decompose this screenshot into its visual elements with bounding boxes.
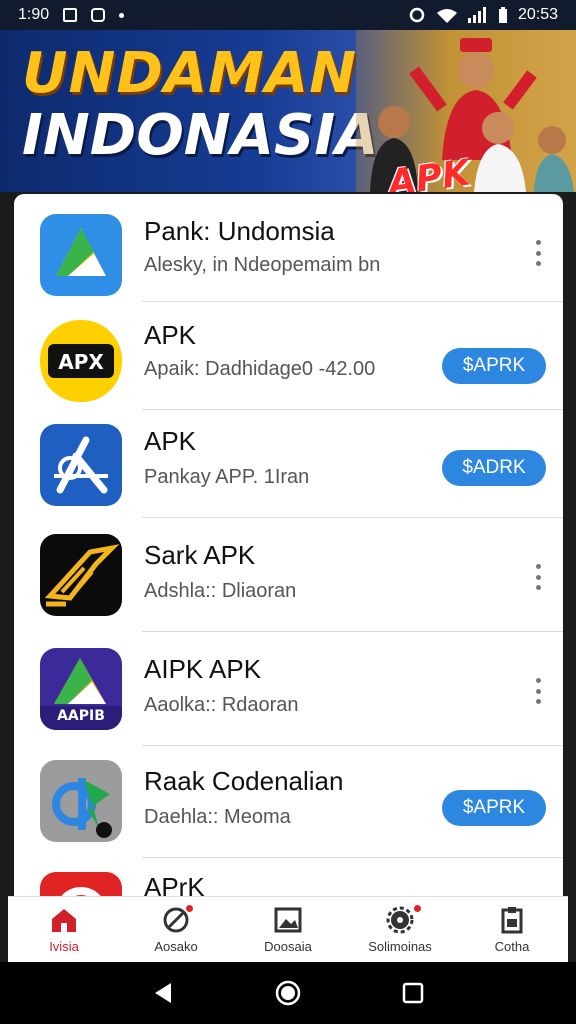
apx-badge-icon: APX (40, 320, 122, 402)
app-subtitle: Alesky, in Ndeopemaim bn (144, 254, 381, 276)
app-name: APK (144, 320, 197, 350)
list-item[interactable]: APK Pankay APP. 1Iran $ADRK (14, 410, 563, 518)
promo-banner[interactable]: UNDAMAN INDONASIA APK (0, 30, 576, 192)
gold-arrow-icon (40, 534, 122, 616)
notification-badge (186, 905, 193, 912)
system-nav-bar (0, 962, 576, 1024)
status-time-left: 1:90 (18, 6, 50, 23)
battery-icon (498, 7, 507, 23)
app-subtitle: Apaik: Dadhidage0 -42.00 (144, 358, 376, 380)
d-flag-icon (40, 760, 122, 842)
more-options-icon[interactable] (533, 564, 543, 590)
notification-icon (63, 8, 78, 22)
app-subtitle: Daehla:: Meoma (144, 806, 291, 828)
dot-icon (119, 12, 125, 18)
image-frame-icon (274, 907, 302, 933)
status-bar: 1:90 20:53 (0, 0, 576, 30)
app-subtitle: Adshla:: Dliaoran (144, 580, 297, 602)
app-name: Pank: Undomsia (144, 216, 335, 246)
bottom-tab-bar: Ivisia Aosako Doosaia Solimoinas Cotha (8, 896, 568, 962)
tab-cotha[interactable]: Cotha (456, 897, 568, 962)
home-button[interactable] (270, 975, 306, 1011)
app-subtitle: Pankay APP. 1Iran (144, 466, 310, 488)
banner-title: UNDAMAN INDONASIA (22, 46, 379, 164)
tab-label: Aosako (154, 939, 198, 954)
wifi-icon (436, 9, 457, 23)
app-name: Raak Codenalian (144, 766, 344, 796)
app-list: Pank: Undomsia Alesky, in Ndeopemaim bn … (14, 194, 563, 906)
signal-icon (467, 7, 486, 23)
price-button[interactable]: $APRK (442, 790, 546, 826)
svg-text:APX: APX (58, 350, 104, 374)
tab-aosako[interactable]: Aosako (120, 897, 232, 962)
home-circle-icon (275, 980, 301, 1006)
tab-home[interactable]: Ivisia (8, 897, 120, 962)
tab-label: Cotha (494, 939, 530, 954)
price-button[interactable]: $APRK (442, 348, 546, 384)
sync-icon (409, 7, 425, 23)
app-name: Sark APK (144, 540, 256, 570)
app-store-a-icon (40, 424, 122, 506)
app-name: AIPK APK (144, 654, 262, 684)
tab-label: Ivisia (49, 939, 79, 954)
tab-label: Doosaia (264, 939, 312, 954)
price-button[interactable]: $ADRK (442, 450, 546, 486)
list-item[interactable]: Pank: Undomsia Alesky, in Ndeopemaim bn (14, 194, 563, 302)
aapib-triangle-icon: AAPIB (40, 648, 122, 730)
banner-title-line1: UNDAMAN (22, 41, 358, 106)
list-item[interactable]: APX APK Apaik: Dadhidage0 -42.00 $APRK (14, 302, 563, 410)
list-item[interactable]: Sark APK Adshla:: Dliaoran (14, 518, 563, 632)
tab-doosaia[interactable]: Doosaia (232, 897, 344, 962)
gear-badge-icon (386, 906, 414, 934)
app-subtitle: Aaolka:: Rdaoran (144, 694, 299, 716)
app-name: APK (144, 426, 197, 456)
status-time-right: 20:53 (517, 6, 558, 23)
recents-button[interactable] (395, 975, 431, 1011)
more-options-icon[interactable] (533, 240, 543, 266)
recents-square-icon (403, 982, 424, 1004)
more-options-icon[interactable] (533, 678, 543, 704)
drive-triangle-icon (40, 214, 122, 296)
app-icon-text: AAPIB (57, 708, 105, 724)
banner-title-line2: INDONASIA (22, 103, 379, 168)
back-triangle-icon (154, 983, 171, 1003)
list-item[interactable]: Raak Codenalian Daehla:: Meoma $APRK (14, 746, 563, 858)
notification-badge (414, 905, 421, 912)
clipboard-icon (501, 907, 523, 934)
app-notification-icon (91, 8, 106, 22)
tab-label: Solimoinas (368, 939, 432, 954)
home-icon (52, 909, 76, 932)
list-item[interactable]: AAPIB AIPK APK Aaolka:: Rdaoran (14, 632, 563, 746)
back-button[interactable] (145, 975, 181, 1011)
tab-solimoinas[interactable]: Solimoinas (344, 897, 456, 962)
